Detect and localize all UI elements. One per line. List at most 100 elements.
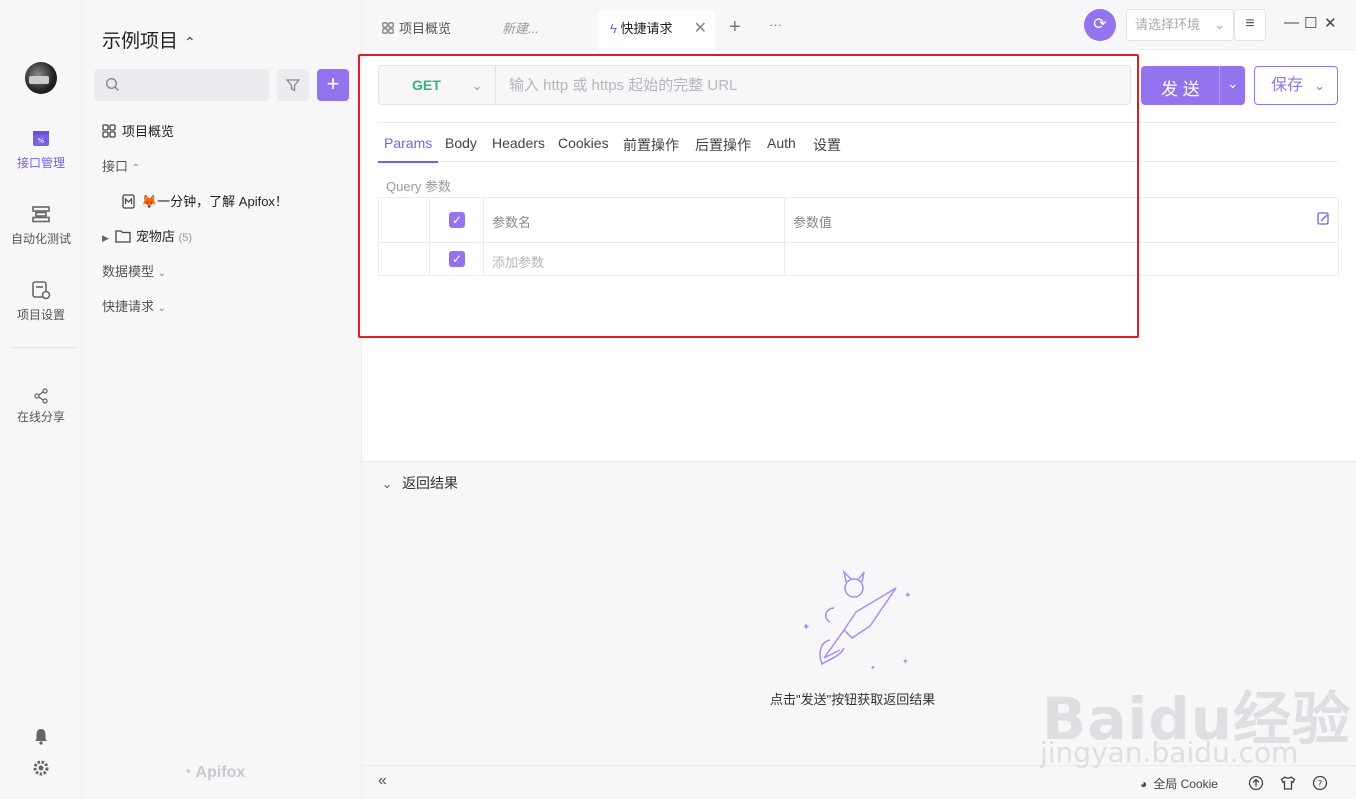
- sync-button[interactable]: ⟳: [1084, 9, 1116, 41]
- rail-item-project-settings[interactable]: 项目设置: [0, 280, 82, 323]
- status-footer: « ◕ 全局 Cookie ?: [362, 765, 1356, 799]
- tab-post-processors[interactable]: 后置操作: [695, 135, 751, 155]
- rail-item-api-management[interactable]: % 接口管理: [0, 128, 82, 171]
- folder-count: (5): [178, 232, 193, 244]
- add-button[interactable]: +: [317, 69, 349, 101]
- tab-auth[interactable]: Auth: [767, 135, 796, 151]
- send-button[interactable]: 发 送 ⌄: [1141, 66, 1245, 105]
- tab-label: 快捷请求: [620, 21, 673, 36]
- tab-cookies[interactable]: Cookies: [558, 135, 609, 151]
- apifox-logo: ◔ Apifox: [182, 764, 245, 782]
- hamburger-icon: ≡: [1245, 15, 1255, 32]
- param-value-header: 参数值: [793, 215, 833, 230]
- markdown-doc-icon: [122, 194, 135, 209]
- chevron-down-icon: ⌄: [1214, 17, 1225, 32]
- tree-item-label: 项目概览: [122, 124, 175, 139]
- gear-icon[interactable]: [32, 759, 50, 777]
- api-tree-sidebar: 示例项目 ⌃ + 项目概览 接口 ⌃ 🦊一分钟，了解 Apifox！ ▶ 宠物店 (…: [82, 0, 362, 799]
- share-icon: [34, 388, 48, 404]
- tree-group-quick-request[interactable]: 快捷请求 ⌄: [102, 296, 166, 315]
- environment-select[interactable]: 请选择环境 ⌄: [1126, 9, 1234, 41]
- sync-icon: ⟳: [1093, 16, 1107, 33]
- tree-search-input[interactable]: [94, 69, 269, 101]
- tree-folder-pet-store[interactable]: ▶ 宠物店 (5): [102, 226, 192, 245]
- left-rail: % 接口管理 自动化测试 项目设置 在线分享: [0, 0, 82, 799]
- tree-item-label: 宠物店: [135, 229, 175, 244]
- tab-label: 项目概览: [399, 21, 452, 36]
- close-tab-icon[interactable]: ✕: [694, 10, 707, 48]
- more-tabs-button[interactable]: ···: [769, 17, 782, 32]
- rail-divider: [12, 347, 76, 348]
- search-icon: [105, 77, 119, 91]
- tab-quick-request[interactable]: ϟ 快捷请求 ✕: [598, 10, 715, 50]
- tab-params[interactable]: Params: [377, 135, 439, 163]
- shirt-theme-icon[interactable]: [1280, 775, 1296, 791]
- avatar[interactable]: [25, 62, 57, 94]
- bell-icon[interactable]: [32, 727, 50, 745]
- tree-group-api[interactable]: 接口 ⌃: [102, 156, 140, 175]
- tab-project-overview[interactable]: 项目概览: [362, 10, 490, 50]
- rail-item-automation[interactable]: 自动化测试: [0, 204, 82, 247]
- tree-item-api-doc[interactable]: 🦊一分钟，了解 Apifox！: [122, 191, 288, 210]
- tab-new[interactable]: 新建...: [482, 10, 592, 50]
- chevron-down-icon: ⌄: [382, 477, 393, 491]
- method-select[interactable]: GET ⌄: [379, 66, 496, 104]
- upload-icon[interactable]: [1248, 775, 1264, 791]
- query-params-table: ✓ 参数名 参数值 ✓ 添加参数: [378, 197, 1339, 276]
- tab-bar: 项目概览 新建... ϟ 快捷请求 ✕ + ··· ⟳ 请选择环境 ⌄ ≡ — …: [362, 0, 1356, 50]
- select-all-checkbox[interactable]: ✓: [449, 212, 465, 228]
- tab-headers[interactable]: Headers: [492, 135, 545, 151]
- request-panel: GET ⌄ 发 送 ⌄ 保存 ⌄ Params Body Headers Coo…: [362, 50, 1356, 461]
- url-bar: GET ⌄: [378, 65, 1131, 105]
- rail-item-online-share[interactable]: 在线分享: [0, 388, 82, 425]
- help-icon[interactable]: ?: [1312, 775, 1328, 791]
- save-label: 保存: [1271, 77, 1304, 94]
- folder-icon: [115, 230, 131, 243]
- send-label: 发 送: [1161, 80, 1200, 99]
- apifox-logo-icon: ◔: [182, 764, 192, 781]
- table-header-row: ✓ 参数名 参数值: [379, 198, 1338, 236]
- svg-text:✦: ✦: [902, 657, 909, 666]
- minimize-button[interactable]: —: [1284, 14, 1299, 31]
- minimize-icon: —: [1284, 14, 1299, 31]
- collapse-sidebar-button[interactable]: «: [378, 772, 387, 790]
- tab-settings[interactable]: 设置: [813, 135, 841, 155]
- chevron-down-icon[interactable]: ⌄: [1227, 75, 1239, 92]
- cookie-icon: ◕: [1140, 777, 1148, 791]
- global-cookie-button[interactable]: ◕ 全局 Cookie: [1140, 775, 1218, 792]
- method-label: GET: [412, 77, 441, 93]
- rail-label: 项目设置: [16, 308, 65, 322]
- chevron-down-icon: ⌄: [1314, 78, 1325, 93]
- tab-pre-processors[interactable]: 前置操作: [623, 135, 679, 155]
- plus-icon: +: [729, 16, 741, 38]
- plus-icon: +: [326, 71, 340, 96]
- tree-group-schema[interactable]: 数据模型 ⌄: [102, 261, 166, 280]
- tab-label: 新建...: [502, 21, 539, 36]
- tab-body[interactable]: Body: [445, 135, 477, 151]
- close-icon: ✕: [1324, 15, 1337, 32]
- menu-button[interactable]: ≡: [1234, 9, 1266, 41]
- add-param-input[interactable]: 添加参数: [492, 252, 544, 271]
- filter-button[interactable]: [277, 69, 309, 101]
- brand-label: Apifox: [195, 764, 246, 781]
- project-switcher[interactable]: 示例项目 ⌃: [102, 26, 196, 53]
- bulk-edit-icon[interactable]: [1317, 212, 1330, 225]
- add-tab-button[interactable]: +: [729, 16, 741, 39]
- chevron-down-icon: ⌄: [471, 77, 483, 93]
- query-params-label: Query 参数: [386, 179, 452, 194]
- tree-item-overview[interactable]: 项目概览: [102, 121, 174, 140]
- save-button[interactable]: 保存 ⌄: [1254, 66, 1338, 105]
- close-window-button[interactable]: ✕: [1324, 14, 1337, 32]
- maximize-button[interactable]: ☐: [1304, 14, 1317, 32]
- rail-label: 自动化测试: [10, 232, 71, 246]
- env-placeholder: 请选择环境: [1135, 17, 1201, 32]
- updown-chevron-icon: ⌃: [184, 34, 196, 50]
- api-icon: %: [33, 131, 49, 146]
- row-checkbox[interactable]: ✓: [449, 251, 465, 267]
- url-input[interactable]: [497, 66, 1127, 104]
- svg-text:✦: ✦: [904, 591, 912, 601]
- rail-label: 在线分享: [16, 410, 65, 424]
- chevron-down-icon: ⌄: [157, 303, 167, 314]
- response-header[interactable]: ⌄ 返回结果: [382, 473, 458, 493]
- project-settings-icon: [32, 281, 51, 300]
